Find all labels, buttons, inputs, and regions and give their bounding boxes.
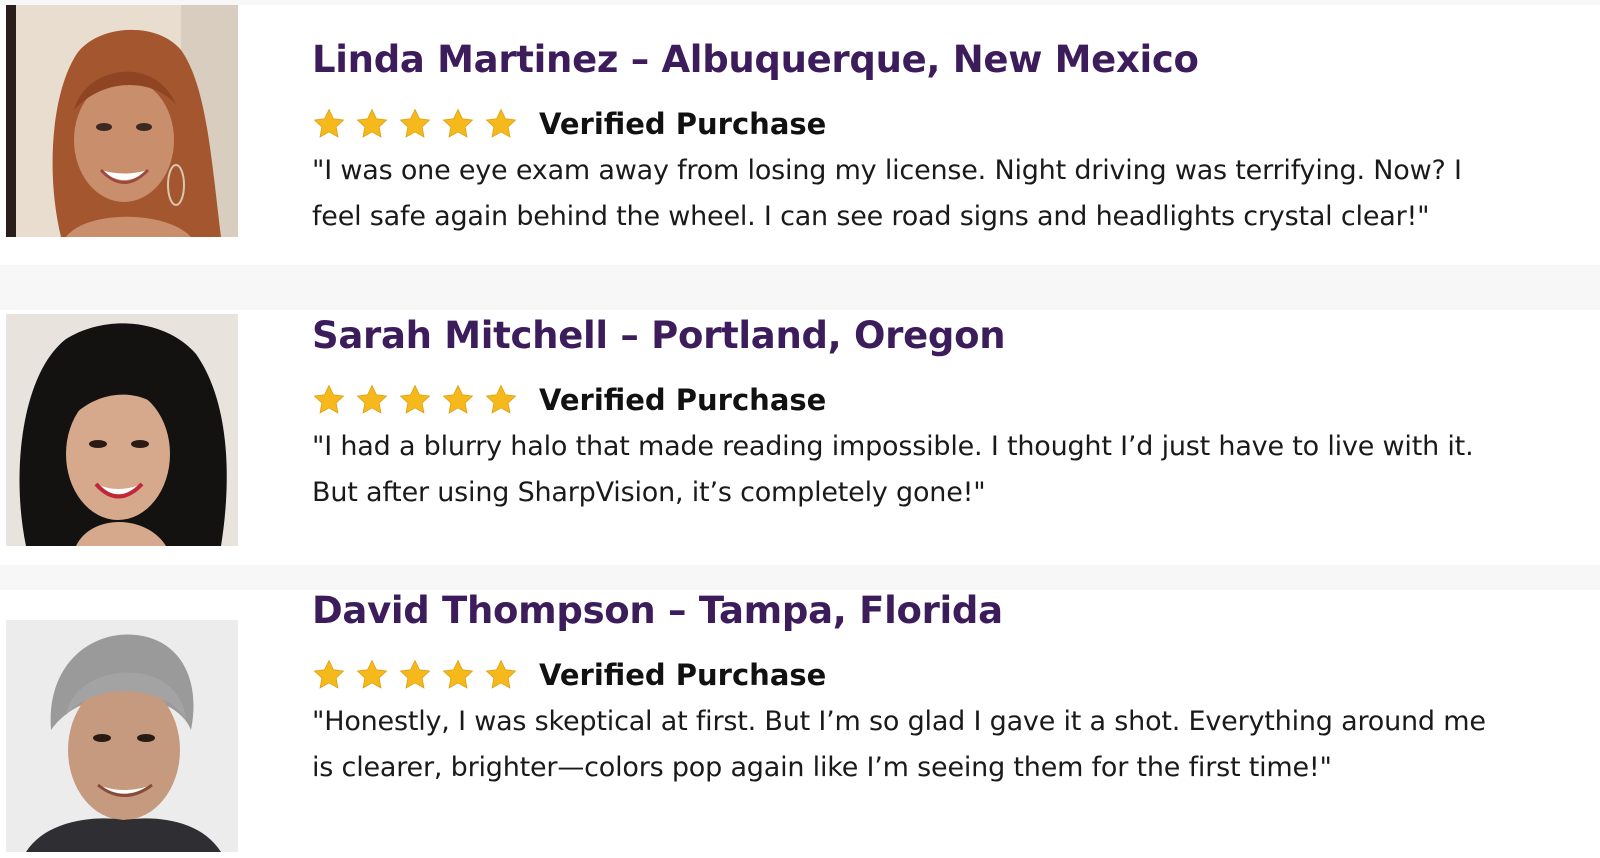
review-content: Sarah Mitchell – Portland, Oregon Verifi… [312, 310, 1560, 516]
star-icon [399, 384, 431, 414]
star-icon [442, 384, 474, 414]
rating-row: Verified Purchase [312, 653, 1560, 697]
star-icon [485, 659, 517, 689]
review-quote: "I was one eye exam away from losing my … [312, 155, 1462, 232]
star-icon [399, 659, 431, 689]
review-card: David Thompson – Tampa, Florida Verified… [0, 589, 1600, 858]
review-content: David Thompson – Tampa, Florida Verified… [312, 589, 1560, 791]
star-icon [356, 108, 388, 138]
reviews-section: Linda Martinez – Albuquerque, New Mexico… [0, 0, 1600, 858]
review-quote: "Honestly, I was skeptical at first. But… [312, 706, 1486, 783]
avatar-photo [6, 5, 238, 237]
verified-purchase-badge: Verified Purchase [539, 107, 827, 141]
star-icon [356, 384, 388, 414]
review-quote: "I had a blurry halo that made reading i… [312, 431, 1474, 508]
star-icon [313, 384, 345, 414]
review-card: Sarah Mitchell – Portland, Oregon Verifi… [0, 310, 1600, 565]
review-content: Linda Martinez – Albuquerque, New Mexico… [312, 5, 1560, 240]
star-rating [312, 658, 527, 692]
star-rating [312, 107, 527, 141]
star-icon [313, 108, 345, 138]
verified-purchase-badge: Verified Purchase [539, 383, 827, 417]
star-icon [485, 384, 517, 414]
avatar-photo [6, 620, 238, 852]
avatar [6, 314, 238, 546]
star-icon [313, 659, 345, 689]
avatar [6, 5, 238, 237]
rating-row: Verified Purchase [312, 102, 1560, 146]
reviewer-name: Sarah Mitchell – Portland, Oregon [312, 314, 1006, 357]
reviewer-name: David Thompson – Tampa, Florida [312, 589, 1003, 632]
star-icon [485, 108, 517, 138]
review-card: Linda Martinez – Albuquerque, New Mexico… [0, 5, 1600, 265]
avatar-photo [6, 314, 238, 546]
star-icon [399, 108, 431, 138]
star-icon [442, 108, 474, 138]
reviewer-name: Linda Martinez – Albuquerque, New Mexico [312, 38, 1199, 81]
rating-row: Verified Purchase [312, 378, 1560, 422]
star-rating [312, 383, 527, 417]
avatar [6, 620, 238, 852]
star-icon [356, 659, 388, 689]
verified-purchase-badge: Verified Purchase [539, 658, 827, 692]
star-icon [442, 659, 474, 689]
